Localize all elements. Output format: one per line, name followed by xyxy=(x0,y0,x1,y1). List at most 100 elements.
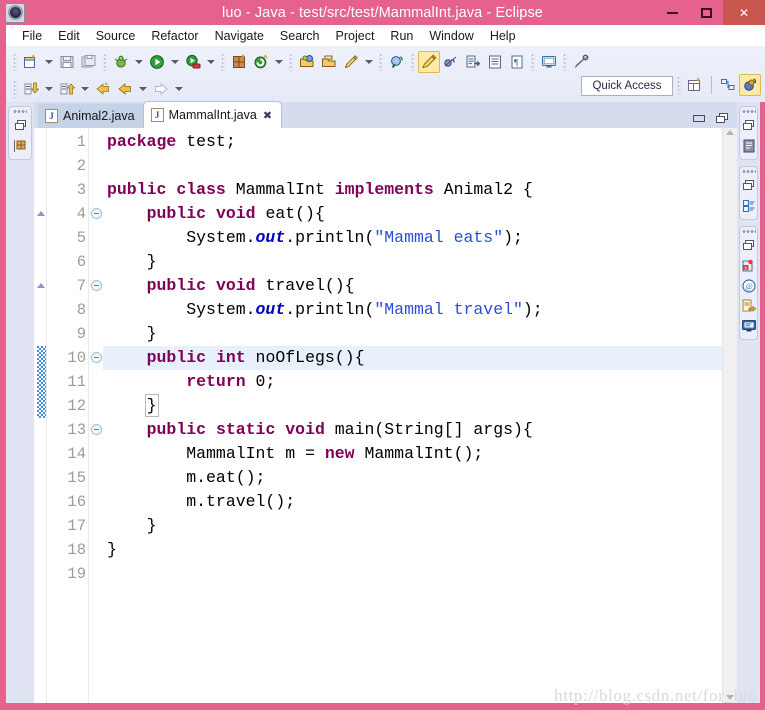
code-line[interactable]: MammalInt m = new MammalInt(); xyxy=(103,442,722,466)
drag-handle[interactable] xyxy=(741,109,756,114)
override-indicator-icon[interactable] xyxy=(37,211,45,216)
maximize-editor-icon[interactable] xyxy=(715,112,729,124)
last-edit-location-icon[interactable]: ¶ xyxy=(506,51,528,73)
annotation-icon[interactable] xyxy=(340,51,362,73)
menu-item-source[interactable]: Source xyxy=(88,28,144,44)
toolbar-grip[interactable] xyxy=(677,76,681,94)
annotation-ruler[interactable] xyxy=(34,128,47,703)
code-line[interactable] xyxy=(103,154,722,178)
drag-handle[interactable] xyxy=(13,109,27,114)
console-view-icon[interactable] xyxy=(739,316,759,335)
restore-view-icon[interactable] xyxy=(739,116,759,135)
javadoc-view-icon[interactable]: @ xyxy=(739,276,759,295)
fold-collapse-icon[interactable] xyxy=(91,208,102,219)
code-line[interactable]: public static void main(String[] args){ xyxy=(103,418,722,442)
menu-item-search[interactable]: Search xyxy=(272,28,328,44)
fold-collapse-icon[interactable] xyxy=(91,352,102,363)
toolbar-grip[interactable] xyxy=(221,52,225,71)
code-line[interactable]: public class MammalInt implements Animal… xyxy=(103,178,722,202)
fold-collapse-icon[interactable] xyxy=(91,424,102,435)
run-icon[interactable] xyxy=(146,51,168,73)
toolbar-grip[interactable] xyxy=(379,52,383,71)
debug-icon[interactable] xyxy=(110,51,132,73)
code-line[interactable]: } xyxy=(103,514,722,538)
new-java-class-icon[interactable] xyxy=(250,51,272,73)
menu-item-project[interactable]: Project xyxy=(328,28,383,44)
menu-item-window[interactable]: Window xyxy=(421,28,481,44)
minimize-button[interactable] xyxy=(655,0,689,25)
new-wizard-icon[interactable] xyxy=(20,51,42,73)
chevron-down-icon[interactable] xyxy=(42,78,56,100)
task-list-icon[interactable] xyxy=(739,196,759,215)
menu-item-run[interactable]: Run xyxy=(382,28,421,44)
restore-view-icon[interactable] xyxy=(739,176,759,195)
chevron-down-icon[interactable] xyxy=(272,51,286,73)
menu-item-edit[interactable]: Edit xyxy=(50,28,88,44)
mark-occurrences-icon[interactable] xyxy=(418,50,440,73)
back-history-icon[interactable] xyxy=(92,78,114,100)
run-external-tools-icon[interactable] xyxy=(182,51,204,73)
source-code-viewer[interactable]: package test; public class MammalInt impl… xyxy=(103,128,722,703)
toolbar-grip[interactable] xyxy=(103,52,107,71)
code-line[interactable]: } xyxy=(103,322,722,346)
override-indicator-icon[interactable] xyxy=(37,283,45,288)
package-explorer-icon[interactable] xyxy=(10,136,30,155)
menu-item-file[interactable]: File xyxy=(14,28,50,44)
close-icon[interactable]: ✖ xyxy=(263,109,272,122)
code-line[interactable]: m.eat(); xyxy=(103,466,722,490)
editor-tab-mammalint[interactable]: J MammalInt.java ✖ xyxy=(143,102,282,128)
toolbar-grip[interactable] xyxy=(563,52,567,71)
next-annotation-icon[interactable] xyxy=(462,51,484,73)
next-edit-icon[interactable] xyxy=(20,78,42,100)
forward-arrow-icon[interactable] xyxy=(150,78,172,100)
open-task-icon[interactable] xyxy=(318,51,340,73)
toolbar-grip[interactable] xyxy=(411,52,415,71)
code-line[interactable]: m.travel(); xyxy=(103,490,722,514)
menu-item-help[interactable]: Help xyxy=(482,28,524,44)
declaration-view-icon[interactable] xyxy=(739,296,759,315)
pin-editor-icon[interactable] xyxy=(570,51,592,73)
code-line[interactable] xyxy=(103,562,722,586)
code-line[interactable]: System.out.println("Mammal travel"); xyxy=(103,298,722,322)
fold-collapse-icon[interactable] xyxy=(91,280,102,291)
chevron-down-icon[interactable] xyxy=(172,78,186,100)
chevron-down-icon[interactable] xyxy=(78,78,92,100)
new-java-package-icon[interactable] xyxy=(228,51,250,73)
previous-edit-icon[interactable] xyxy=(56,78,78,100)
vertical-scrollbar[interactable] xyxy=(722,128,737,703)
skip-breakpoints-icon[interactable] xyxy=(440,51,462,73)
previous-annotation-icon[interactable] xyxy=(484,51,506,73)
problems-view-icon[interactable]: x xyxy=(739,256,759,275)
code-line[interactable]: public void travel(){ xyxy=(103,274,722,298)
search-icon[interactable] xyxy=(386,51,408,73)
open-perspective-icon[interactable] xyxy=(684,74,706,96)
close-button[interactable]: ✕ xyxy=(723,0,765,25)
quick-access-field[interactable]: Quick Access xyxy=(581,76,673,96)
code-line[interactable]: } xyxy=(103,250,722,274)
chevron-down-icon[interactable] xyxy=(132,51,146,73)
restore-view-icon[interactable] xyxy=(739,236,759,255)
chevron-down-icon[interactable] xyxy=(168,51,182,73)
toolbar-grip[interactable] xyxy=(13,79,17,98)
perspective-java-browsing-icon[interactable] xyxy=(717,74,739,96)
chevron-down-icon[interactable] xyxy=(136,78,150,100)
scroll-up-icon[interactable] xyxy=(726,130,734,135)
terminal-icon[interactable] xyxy=(538,51,560,73)
toolbar-grip[interactable] xyxy=(13,52,17,71)
restore-view-icon[interactable] xyxy=(10,116,30,135)
open-type-icon[interactable] xyxy=(296,51,318,73)
menu-item-navigate[interactable]: Navigate xyxy=(207,28,272,44)
chevron-down-icon[interactable] xyxy=(362,51,376,73)
code-line[interactable]: public int noOfLegs(){ xyxy=(103,346,722,370)
minimize-editor-icon[interactable] xyxy=(693,114,705,122)
back-arrow-icon[interactable] xyxy=(114,78,136,100)
chevron-down-icon[interactable] xyxy=(42,51,56,73)
toolbar-grip[interactable] xyxy=(531,52,535,71)
code-line[interactable]: package test; xyxy=(103,130,722,154)
save-all-icon[interactable] xyxy=(78,51,100,73)
code-line[interactable]: } xyxy=(103,394,722,418)
perspective-java-icon[interactable] xyxy=(739,74,761,96)
editor-tab-animal2[interactable]: J Animal2.java xyxy=(38,104,144,128)
code-line[interactable]: return 0; xyxy=(103,370,722,394)
code-line[interactable]: public void eat(){ xyxy=(103,202,722,226)
